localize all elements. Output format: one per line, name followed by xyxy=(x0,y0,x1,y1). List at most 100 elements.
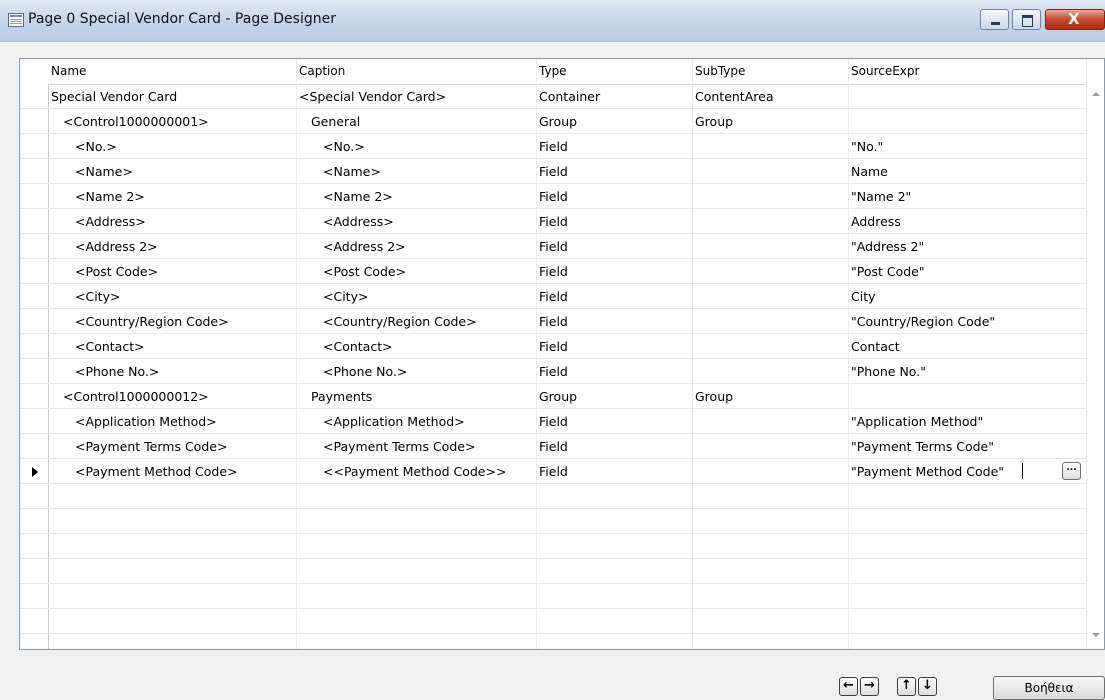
lookup-button[interactable]: ... xyxy=(1062,462,1081,480)
cell-type[interactable]: Field xyxy=(539,189,568,204)
row-selector[interactable] xyxy=(20,609,49,633)
cell-name[interactable]: <Contact> xyxy=(75,339,145,354)
table-row[interactable]: <Control1000000001> General Group Group xyxy=(20,109,1088,134)
table-row[interactable]: <Address 2> <Address 2> Field "Address 2" xyxy=(20,234,1088,259)
table-row[interactable]: Special Vendor Card <Special Vendor Card>… xyxy=(20,84,1088,109)
cell-type[interactable]: Field xyxy=(539,264,568,279)
table-row[interactable]: <No.> <No.> Field "No." xyxy=(20,134,1088,159)
vertical-scrollbar[interactable] xyxy=(1086,59,1104,649)
row-selector[interactable] xyxy=(20,234,49,258)
cell-sourceexpr[interactable]: "Post Code" xyxy=(851,264,925,279)
cell-caption[interactable]: <Address> xyxy=(323,214,394,229)
cell-name[interactable]: <Payment Terms Code> xyxy=(75,439,227,454)
row-selector[interactable] xyxy=(20,634,49,649)
row-selector[interactable] xyxy=(20,134,49,158)
cell-name[interactable]: <Payment Method Code> xyxy=(75,464,238,479)
column-header-caption[interactable]: Caption xyxy=(299,64,345,78)
row-selector[interactable] xyxy=(20,559,49,583)
cell-name[interactable]: Special Vendor Card xyxy=(51,89,177,104)
cell-type[interactable]: Field xyxy=(539,414,568,429)
cell-type[interactable]: Container xyxy=(539,89,600,104)
cell-caption[interactable]: Payments xyxy=(311,389,372,404)
table-row[interactable] xyxy=(20,509,1088,534)
cell-caption[interactable]: <Country/Region Code> xyxy=(323,314,477,329)
cell-type[interactable]: Field xyxy=(539,364,568,379)
cell-sourceexpr[interactable]: "Phone No." xyxy=(851,364,926,379)
cell-name[interactable]: <Country/Region Code> xyxy=(75,314,229,329)
cell-sourceexpr[interactable]: "Address 2" xyxy=(851,239,924,254)
table-row[interactable]: <Address> <Address> Field Address xyxy=(20,209,1088,234)
row-selector[interactable] xyxy=(20,109,49,133)
cell-type[interactable]: Field xyxy=(539,139,568,154)
move-down-button[interactable]: ↓ xyxy=(918,677,937,696)
row-selector[interactable] xyxy=(20,384,49,408)
cell-subtype[interactable]: Group xyxy=(695,389,733,404)
row-selector[interactable] xyxy=(20,334,49,358)
move-right-button[interactable]: → xyxy=(860,677,879,696)
cell-name[interactable]: <Phone No.> xyxy=(75,364,159,379)
move-left-button[interactable]: ← xyxy=(839,677,858,696)
cell-name[interactable]: <City> xyxy=(75,289,120,304)
column-header-sourceexpr[interactable]: SourceExpr xyxy=(851,64,919,78)
cell-sourceexpr[interactable]: "Payment Terms Code" xyxy=(851,439,994,454)
table-row[interactable] xyxy=(20,534,1088,559)
cell-sourceexpr[interactable]: Name xyxy=(851,164,888,179)
table-row[interactable]: <Contact> <Contact> Field Contact xyxy=(20,334,1088,359)
row-selector[interactable] xyxy=(20,509,49,533)
cell-name[interactable]: <No.> xyxy=(75,139,117,154)
cell-type[interactable]: Field xyxy=(539,464,568,479)
cell-sourceexpr[interactable]: "Country/Region Code" xyxy=(851,314,995,329)
row-selector[interactable] xyxy=(20,184,49,208)
cell-name[interactable]: <Application Method> xyxy=(75,414,217,429)
table-row[interactable]: <Name> <Name> Field Name xyxy=(20,159,1088,184)
cell-sourceexpr[interactable]: "Application Method" xyxy=(851,414,983,429)
table-row[interactable] xyxy=(20,584,1088,609)
cell-type[interactable]: Field xyxy=(539,239,568,254)
table-row[interactable]: <Name 2> <Name 2> Field "Name 2" xyxy=(20,184,1088,209)
scroll-up-icon[interactable] xyxy=(1092,92,1100,96)
help-button[interactable]: Βοήθεια xyxy=(993,676,1105,700)
row-selector[interactable] xyxy=(20,259,49,283)
cell-caption[interactable]: General xyxy=(311,114,360,129)
cell-type[interactable]: Field xyxy=(539,314,568,329)
cell-caption[interactable]: <Phone No.> xyxy=(323,364,407,379)
row-selector[interactable] xyxy=(20,584,49,608)
cell-sourceexpr[interactable]: Contact xyxy=(851,339,900,354)
cell-type[interactable]: Field xyxy=(539,439,568,454)
cell-type[interactable]: Group xyxy=(539,389,577,404)
column-header-name[interactable]: Name xyxy=(51,64,86,78)
cell-caption[interactable]: <<Payment Method Code>> xyxy=(323,464,506,479)
row-selector[interactable] xyxy=(20,459,49,483)
row-selector[interactable] xyxy=(20,284,49,308)
cell-caption[interactable]: <Payment Terms Code> xyxy=(323,439,475,454)
table-row[interactable]: <Post Code> <Post Code> Field "Post Code" xyxy=(20,259,1088,284)
row-selector[interactable] xyxy=(20,159,49,183)
cell-caption[interactable]: <City> xyxy=(323,289,368,304)
cell-subtype[interactable]: Group xyxy=(695,114,733,129)
row-selector[interactable] xyxy=(20,409,49,433)
cell-caption[interactable]: <Name> xyxy=(323,164,381,179)
minimize-button[interactable] xyxy=(980,9,1009,30)
row-selector[interactable] xyxy=(20,209,49,233)
cell-type[interactable]: Field xyxy=(539,164,568,179)
scroll-down-icon[interactable] xyxy=(1092,633,1100,637)
table-row[interactable] xyxy=(20,609,1088,634)
table-row[interactable]: <Payment Method Code> <<Payment Method Co… xyxy=(20,459,1088,484)
table-row[interactable]: <Country/Region Code> <Country/Region Cod… xyxy=(20,309,1088,334)
column-header-subtype[interactable]: SubType xyxy=(695,64,745,78)
cell-name[interactable]: <Control1000000012> xyxy=(63,389,209,404)
cell-name[interactable]: <Control1000000001> xyxy=(63,114,209,129)
table-row[interactable] xyxy=(20,484,1088,509)
cell-sourceexpr[interactable]: "Name 2" xyxy=(851,189,911,204)
cell-caption[interactable]: <Post Code> xyxy=(323,264,406,279)
cell-caption[interactable]: <Name 2> xyxy=(323,189,393,204)
maximize-button[interactable] xyxy=(1012,9,1041,30)
table-row[interactable] xyxy=(20,559,1088,584)
cell-name[interactable]: <Address 2> xyxy=(75,239,158,254)
cell-name[interactable]: <Name> xyxy=(75,164,133,179)
cell-type[interactable]: Field xyxy=(539,339,568,354)
column-header-type[interactable]: Type xyxy=(539,64,567,78)
cell-name[interactable]: <Post Code> xyxy=(75,264,158,279)
cell-caption[interactable]: <Special Vendor Card> xyxy=(299,89,446,104)
cell-sourceexpr[interactable]: Address xyxy=(851,214,901,229)
